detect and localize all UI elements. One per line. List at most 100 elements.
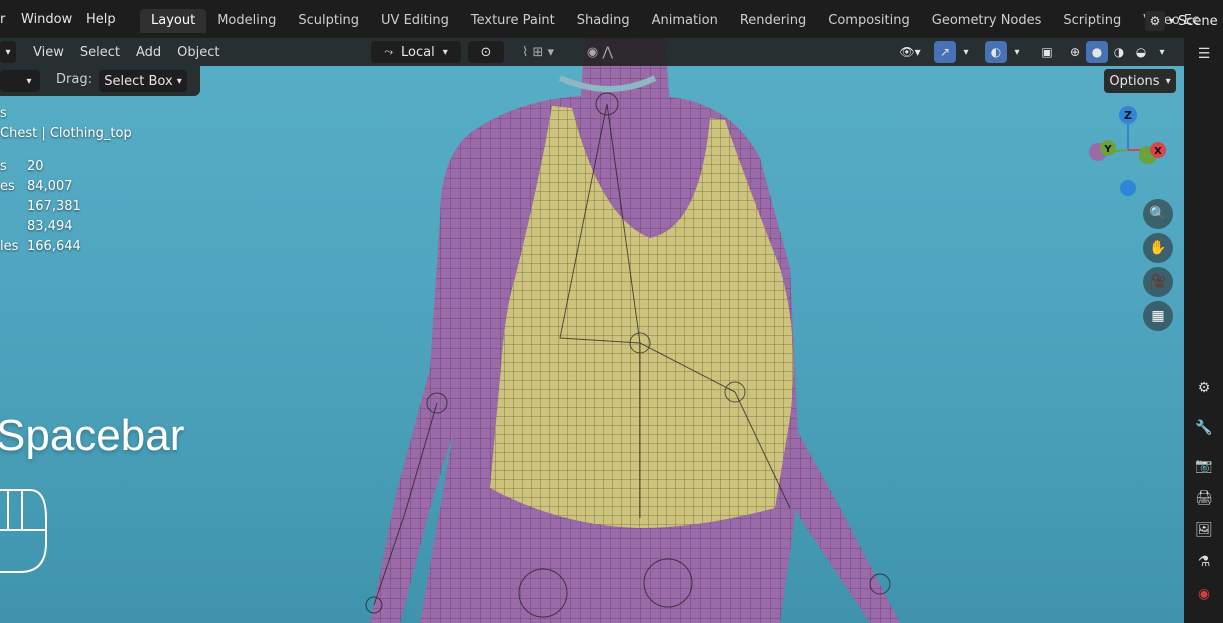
menu-select[interactable]: Select: [80, 45, 120, 60]
tab-layout[interactable]: Layout: [140, 9, 207, 33]
tab-scripting[interactable]: Scripting: [1052, 9, 1132, 33]
shading-material[interactable]: ◑: [1108, 41, 1130, 63]
wireframe-sphere-icon: ⊕: [1069, 45, 1081, 59]
stat-label: es: [0, 179, 15, 194]
stat-value: 167,381: [27, 199, 81, 214]
visibility-dropdown[interactable]: 👁▾: [893, 41, 927, 63]
shading-dropdown[interactable]: ▾: [1152, 41, 1172, 63]
editor-toggle-icon[interactable]: ⚙: [1194, 378, 1214, 398]
tab-rendering[interactable]: Rendering: [729, 9, 817, 33]
workspace-tabs: Layout Modeling Sculpting UV Editing Tex…: [140, 8, 1210, 34]
viewport-menus: View Select Add Object: [33, 38, 235, 66]
stat-label: les: [0, 239, 19, 254]
scene-label: Scene: [1178, 13, 1218, 29]
tool-settings: ▾ Drag: Select Box ▾: [0, 66, 200, 96]
menu-partial[interactable]: r: [0, 12, 5, 27]
pivot-dropdown[interactable]: ⊙: [468, 41, 504, 63]
gizmo-y-label: Y: [1103, 144, 1112, 155]
top-bar: r Window Help Layout Modeling Sculpting …: [0, 0, 1223, 38]
viewport-header: ▾ View Select Add Object ⤳ Local ▾ ⊙ ⌇ ⊞…: [0, 38, 1184, 66]
tab-animation[interactable]: Animation: [641, 9, 729, 33]
3d-viewport[interactable]: ▾ View Select Add Object ⤳ Local ▾ ⊙ ⌇ ⊞…: [0, 38, 1184, 623]
snap-toggle[interactable]: ⌇ ⊞ ▾: [510, 41, 566, 63]
gizmo-dropdown[interactable]: ▾: [956, 41, 976, 63]
perspective-toggle-button[interactable]: ▦: [1143, 301, 1173, 331]
zoom-icon: 🔍: [1149, 206, 1167, 222]
mode-dropdown[interactable]: ▾: [0, 70, 40, 92]
chevron-down-icon: ▾: [5, 46, 11, 58]
stats-partial: s: [0, 106, 7, 121]
menu-window[interactable]: Window: [21, 12, 72, 27]
tab-shading[interactable]: Shading: [566, 9, 641, 33]
solid-sphere-icon: ●: [1091, 45, 1103, 59]
stat-value: 20: [27, 159, 44, 174]
shading-rendered[interactable]: ◒: [1130, 41, 1152, 63]
rendered-sphere-icon: ◒: [1135, 45, 1147, 59]
gizmo-icon: ↗: [939, 45, 951, 59]
pan-button[interactable]: ✋: [1143, 233, 1173, 263]
stat-value: 83,494: [27, 219, 73, 234]
orientation-label: Local: [401, 44, 435, 60]
character-model: [365, 38, 900, 623]
chevron-down-icon: ▾: [442, 46, 448, 58]
menu-object[interactable]: Object: [177, 45, 219, 60]
drag-select-dropdown[interactable]: Select Box ▾: [99, 70, 187, 92]
editor-type-dropdown[interactable]: ▾: [0, 41, 16, 63]
menu-add[interactable]: Add: [136, 45, 161, 60]
options-label: Options: [1109, 73, 1160, 89]
view-layer-icon[interactable]: 🖼: [1194, 520, 1214, 540]
grid-perspective-icon: ▦: [1151, 308, 1165, 324]
stat-value: 84,007: [27, 179, 73, 194]
chevron-down-icon: ▾: [1014, 46, 1020, 58]
gizmo-neg-z-axis[interactable]: [1120, 180, 1136, 196]
hand-pan-icon: ✋: [1149, 240, 1167, 256]
camera-view-button[interactable]: 🎥: [1143, 267, 1173, 297]
chevron-down-icon: ▾: [1159, 46, 1165, 58]
xray-toggle[interactable]: ▣: [1036, 41, 1058, 63]
tool-icon[interactable]: 🔧: [1194, 418, 1214, 438]
options-dropdown[interactable]: Options ▾: [1104, 69, 1176, 93]
menu-view[interactable]: View: [33, 45, 64, 60]
scene-icon[interactable]: ⚗: [1194, 552, 1214, 572]
tab-texture-paint[interactable]: Texture Paint: [460, 9, 566, 33]
gizmo-toggle[interactable]: ↗: [934, 41, 956, 63]
chevron-down-icon: ▾: [176, 75, 182, 87]
stat-value: 166,644: [27, 239, 81, 254]
eye-icon: 👁▾: [899, 45, 921, 59]
world-icon[interactable]: ◉: [1194, 584, 1214, 604]
outliner-icon[interactable]: ☰: [1194, 44, 1214, 64]
drag-label: Drag:: [56, 72, 92, 87]
mouse-icon: [0, 489, 47, 573]
tab-sculpting[interactable]: Sculpting: [287, 9, 370, 33]
chevron-down-icon: ▾: [26, 75, 32, 87]
shading-solid[interactable]: ●: [1086, 41, 1108, 63]
tab-modeling[interactable]: Modeling: [206, 9, 287, 33]
scene-selector[interactable]: ⚙ ▾ Scene: [1145, 8, 1223, 34]
proportional-icon: ◉ ⋀: [586, 44, 614, 60]
tab-geometry-nodes[interactable]: Geometry Nodes: [921, 9, 1053, 33]
render-icon[interactable]: 📷: [1194, 456, 1214, 476]
proportional-edit[interactable]: ◉ ⋀: [575, 41, 625, 63]
gizmo-x-label: X: [1154, 146, 1162, 157]
overlays-dropdown[interactable]: ▾: [1007, 41, 1027, 63]
xray-icon: ▣: [1041, 45, 1053, 59]
pivot-icon: ⊙: [480, 44, 492, 60]
overlays-toggle[interactable]: ◐: [985, 41, 1007, 63]
menu-help[interactable]: Help: [86, 12, 116, 27]
tab-uv-editing[interactable]: UV Editing: [370, 9, 460, 33]
object-path: Chest | Clothing_top: [0, 126, 132, 141]
tab-compositing[interactable]: Compositing: [817, 9, 921, 33]
overlays-icon: ◐: [990, 45, 1002, 59]
material-sphere-icon: ◑: [1113, 45, 1125, 59]
output-icon[interactable]: 🖨: [1194, 488, 1214, 508]
chevron-down-icon: ▾: [963, 46, 969, 58]
scene-icon: ⚙: [1145, 11, 1165, 31]
stat-label: s: [0, 159, 7, 174]
key-overlay-text: Spacebar: [0, 411, 185, 460]
zoom-button[interactable]: 🔍: [1143, 199, 1173, 229]
shading-wireframe[interactable]: ⊕: [1064, 41, 1086, 63]
navigation-gizmo[interactable]: Z Y X: [1080, 100, 1180, 200]
gizmo-z-label: Z: [1124, 109, 1132, 122]
transform-orientation-dropdown[interactable]: ⤳ Local ▾: [371, 41, 461, 63]
orientation-icon: ⤳: [384, 45, 394, 58]
